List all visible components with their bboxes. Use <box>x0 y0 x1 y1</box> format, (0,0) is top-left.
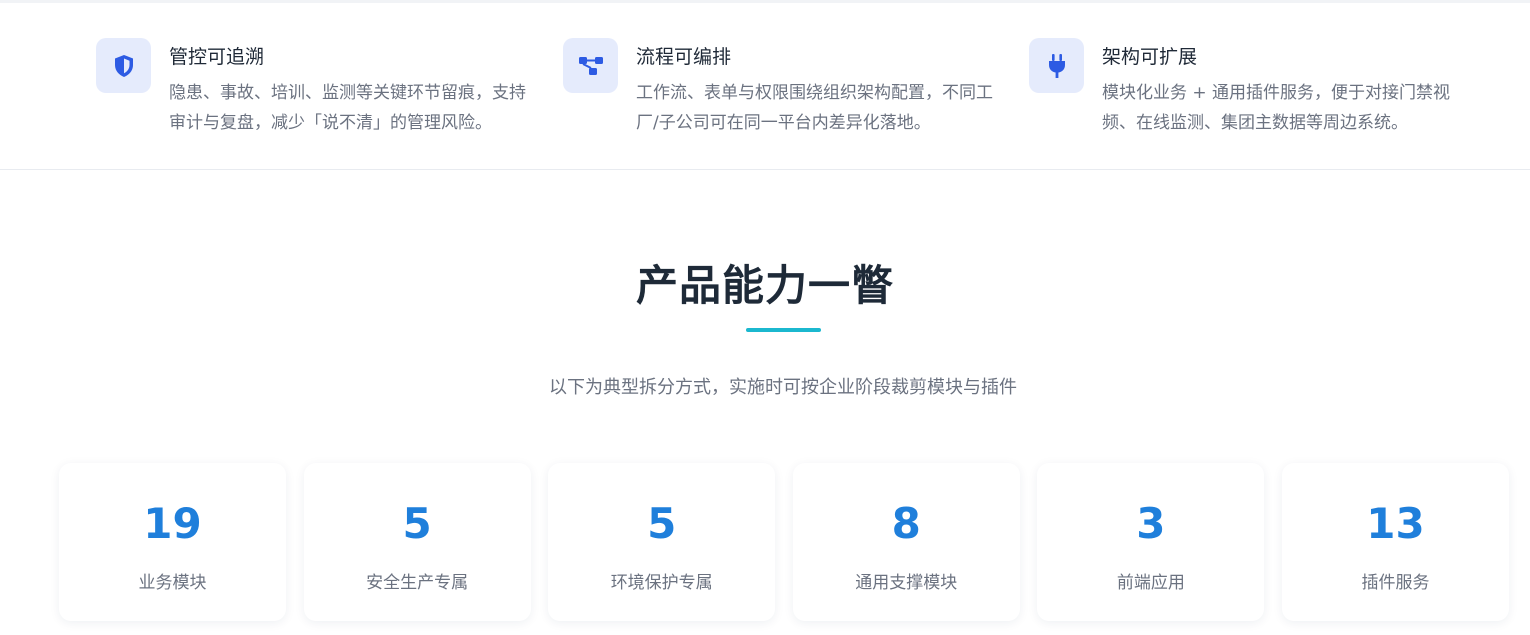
stat-card-business-modules: 19 业务模块 <box>59 463 286 621</box>
feature-description: 模块化业务 + 通用插件服务，便于对接门禁视 频、在线监测、集团主数据等周边系统… <box>1102 78 1477 138</box>
stat-card-frontend-apps: 3 前端应用 <box>1037 463 1265 621</box>
stat-label: 插件服务 <box>1361 573 1430 593</box>
feature-title: 架构可扩展 <box>1102 46 1198 68</box>
feature-description-line: 模块化业务 + 通用插件服务，便于对接门禁视 <box>1102 83 1451 103</box>
stat-card-plugin-services: 13 插件服务 <box>1282 463 1509 621</box>
title-underline <box>746 328 821 332</box>
features-section: 管控可追溯 隐患、事故、培训、监测等关键环节留痕，支持 审计与复盘，减少「说不清… <box>0 3 1530 170</box>
feature-description-line: 审计与复盘，减少「说不清」的管理风险。 <box>169 113 492 133</box>
feature-description-line: 工作流、表单与权限围绕组织架构配置，不同工 <box>636 83 993 103</box>
stat-card-common-support: 8 通用支撑模块 <box>792 463 1020 621</box>
stat-label: 安全生产专属 <box>366 573 469 593</box>
feature-icon-box <box>563 38 618 93</box>
feature-description: 工作流、表单与权限围绕组织架构配置，不同工 厂/子公司可在同一平台内差异化落地。 <box>636 78 1011 138</box>
stat-value: 19 <box>143 499 202 548</box>
stat-value: 5 <box>647 499 677 548</box>
workflow-icon <box>578 56 603 75</box>
feature-description-line: 频、在线监测、集团主数据等周边系统。 <box>1102 113 1408 133</box>
stat-value: 8 <box>891 499 921 548</box>
stats-row: 19 业务模块 5 安全生产专属 5 环境保护专属 8 通用支撑模块 3 前端应… <box>59 463 1509 621</box>
section-subtitle: 以下为典型拆分方式，实施时可按企业阶段裁剪模块与插件 <box>549 377 1017 398</box>
feature-description: 隐患、事故、培训、监测等关键环节留痕，支持 审计与复盘，减少「说不清」的管理风险… <box>169 78 544 138</box>
stat-card-environmental: 5 环境保护专属 <box>548 463 776 621</box>
shield-icon <box>114 54 133 77</box>
stat-value: 3 <box>1136 499 1166 548</box>
feature-orchestration: 流程可编排 工作流、表单与权限围绕组织架构配置，不同工 厂/子公司可在同一平台内… <box>563 38 993 138</box>
feature-description-line: 厂/子公司可在同一平台内差异化落地。 <box>636 113 931 133</box>
stat-card-safety-production: 5 安全生产专属 <box>303 463 531 621</box>
feature-title: 管控可追溯 <box>169 46 265 68</box>
feature-extensible: 架构可扩展 模块化业务 + 通用插件服务，便于对接门禁视 频、在线监测、集团主数… <box>1029 38 1450 138</box>
plug-icon <box>1048 53 1065 78</box>
feature-icon-box <box>96 38 151 93</box>
stat-value: 13 <box>1366 499 1425 548</box>
section-title: 产品能力一瞥 <box>635 261 894 310</box>
feature-description-line: 隐患、事故、培训、监测等关键环节留痕，支持 <box>169 83 526 103</box>
feature-traceable: 管控可追溯 隐患、事故、培训、监测等关键环节留痕，支持 审计与复盘，减少「说不清… <box>96 38 526 138</box>
stat-label: 前端应用 <box>1116 573 1185 593</box>
feature-title: 流程可编排 <box>636 46 732 68</box>
stat-label: 环境保护专属 <box>610 573 713 593</box>
stat-label: 业务模块 <box>138 573 207 593</box>
feature-icon-box <box>1029 38 1084 93</box>
stat-value: 5 <box>402 499 432 548</box>
stat-label: 通用支撑模块 <box>855 573 958 593</box>
